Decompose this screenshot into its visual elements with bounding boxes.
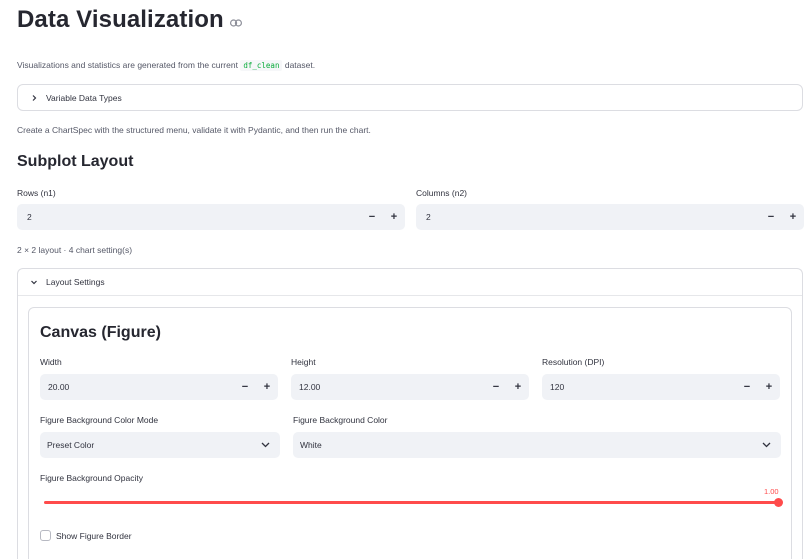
width-number-input[interactable]: 20.00 − + xyxy=(40,374,278,400)
height-label: Height xyxy=(291,357,316,367)
link-icon[interactable] xyxy=(229,19,242,27)
layout-summary: 2 × 2 layout · 4 chart setting(s) xyxy=(17,245,133,255)
layout-settings-label: Layout Settings xyxy=(46,277,105,287)
caption-prefix: Visualizations and statistics are genera… xyxy=(17,60,238,70)
opacity-slider-track[interactable] xyxy=(44,501,778,504)
dataset-name-code: df_clean xyxy=(240,60,283,71)
layout-settings-header[interactable]: Layout Settings xyxy=(18,269,802,296)
bg-mode-select[interactable]: Preset Color xyxy=(40,432,280,458)
rows-value[interactable]: 2 xyxy=(17,212,361,222)
variable-types-expander[interactable]: Variable Data Types xyxy=(17,84,803,111)
dpi-label: Resolution (DPI) xyxy=(542,357,605,367)
width-value[interactable]: 20.00 xyxy=(40,382,234,392)
dpi-decrement-button[interactable]: − xyxy=(736,374,758,400)
columns-value[interactable]: 2 xyxy=(416,212,760,222)
page-title: Data Visualization xyxy=(17,6,224,33)
chevron-down-icon xyxy=(762,440,771,450)
bg-mode-label: Figure Background Color Mode xyxy=(40,415,159,425)
bg-mode-value: Preset Color xyxy=(47,440,95,450)
bg-color-value: White xyxy=(300,440,322,450)
caption-suffix: dataset. xyxy=(284,60,316,70)
subplot-heading: Subplot Layout xyxy=(17,153,134,170)
columns-decrement-button[interactable]: − xyxy=(760,204,782,230)
variable-types-header[interactable]: Variable Data Types xyxy=(18,85,802,111)
dpi-increment-button[interactable]: + xyxy=(758,374,780,400)
canvas-heading: Canvas (Figure) xyxy=(40,324,161,341)
columns-increment-button[interactable]: + xyxy=(782,204,804,230)
dpi-value[interactable]: 120 xyxy=(542,382,736,392)
chevron-right-icon xyxy=(30,94,38,102)
show-border-checkbox[interactable] xyxy=(40,530,51,541)
width-increment-button[interactable]: + xyxy=(256,374,278,400)
columns-number-input[interactable]: 2 − + xyxy=(416,204,804,230)
opacity-slider-thumb[interactable] xyxy=(773,498,783,507)
show-border-label: Show Figure Border xyxy=(56,531,132,541)
rows-decrement-button[interactable]: − xyxy=(361,204,383,230)
rows-number-input[interactable]: 2 − + xyxy=(17,204,405,230)
dataset-caption: Visualizations and statistics are genera… xyxy=(17,60,316,71)
chevron-down-icon xyxy=(261,440,270,450)
rows-increment-button[interactable]: + xyxy=(383,204,405,230)
chevron-down-icon xyxy=(30,278,38,286)
height-decrement-button[interactable]: − xyxy=(485,374,507,400)
dpi-number-input[interactable]: 120 − + xyxy=(542,374,780,400)
height-value[interactable]: 12.00 xyxy=(291,382,485,392)
opacity-value: 1.00 xyxy=(764,487,779,496)
height-increment-button[interactable]: + xyxy=(507,374,529,400)
width-decrement-button[interactable]: − xyxy=(234,374,256,400)
height-number-input[interactable]: 12.00 − + xyxy=(291,374,529,400)
bg-color-label: Figure Background Color xyxy=(293,415,388,425)
columns-label: Columns (n2) xyxy=(416,188,468,198)
variable-types-label: Variable Data Types xyxy=(46,93,122,103)
opacity-label: Figure Background Opacity xyxy=(40,473,143,483)
chartspec-caption: Create a ChartSpec with the structured m… xyxy=(17,125,371,135)
rows-label: Rows (n1) xyxy=(17,188,56,198)
page-title-row: Data Visualization xyxy=(17,4,242,36)
width-label: Width xyxy=(40,357,62,367)
bg-color-select[interactable]: White xyxy=(293,432,781,458)
